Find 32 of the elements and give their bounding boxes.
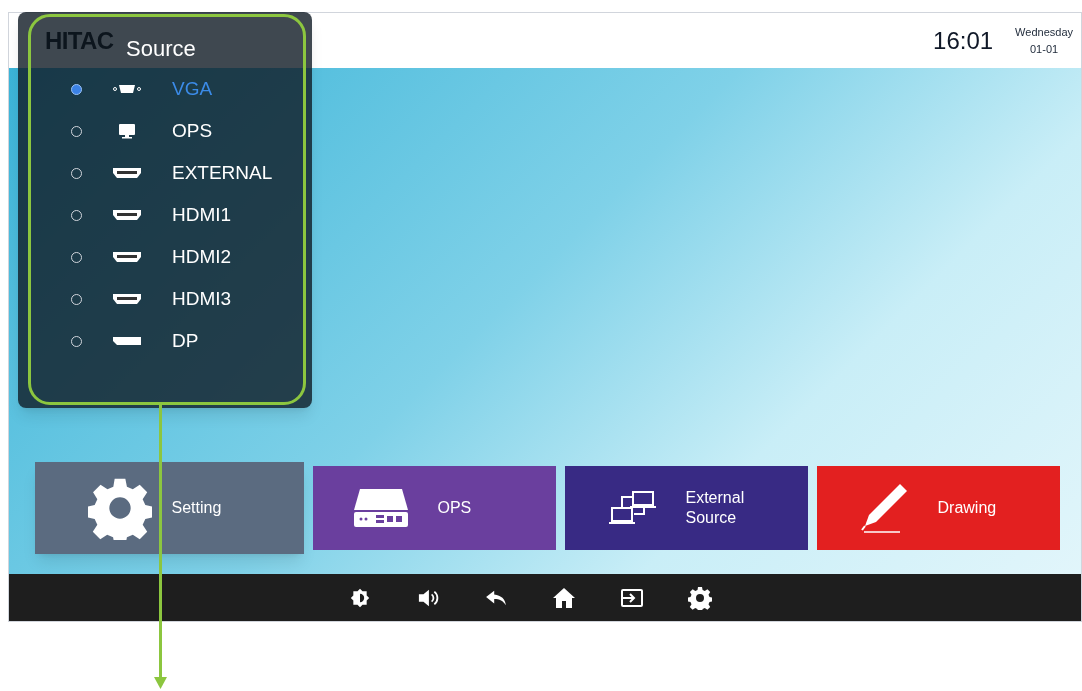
date-text: 01-01 (1030, 41, 1059, 57)
back-arrow-icon[interactable] (485, 588, 507, 607)
radio-button[interactable] (71, 83, 82, 95)
hdmi-port-icon (112, 251, 142, 263)
source-option[interactable]: EXTERNAL (172, 158, 273, 188)
weekday-text: Wednesday (1015, 25, 1073, 40)
displayport-icon (112, 336, 142, 346)
connected-laptops-icon (607, 490, 658, 526)
source-option[interactable]: HDMI2 (172, 242, 232, 272)
clock-time: 16:01 (933, 25, 994, 56)
source-option[interactable]: DP (172, 326, 199, 356)
source-option[interactable]: HDMI3 (172, 284, 232, 314)
settings-icon[interactable] (688, 585, 712, 610)
gear-icon (87, 476, 152, 540)
hdmi-port-icon (112, 167, 142, 179)
app-tile[interactable]: Drawing (817, 466, 1060, 550)
monitor-icon (117, 123, 137, 139)
source-option[interactable]: OPS (172, 116, 213, 146)
hdmi-port-icon (112, 293, 142, 305)
source-menu-title: Source (126, 35, 196, 63)
input-source-icon[interactable] (620, 587, 644, 608)
brightness-icon[interactable] (350, 587, 370, 608)
source-option[interactable]: HDMI1 (172, 200, 232, 230)
app-tile[interactable]: External Source (565, 466, 808, 550)
hdmi-port-icon (112, 209, 142, 221)
app-tile[interactable]: Setting (35, 462, 304, 554)
app-tile[interactable]: OPS (313, 466, 556, 550)
volume-icon[interactable] (417, 587, 439, 608)
vga-port-icon (113, 83, 141, 95)
mini-pc-icon (351, 488, 410, 528)
pen-icon (859, 482, 910, 534)
home-icon[interactable] (552, 586, 576, 609)
